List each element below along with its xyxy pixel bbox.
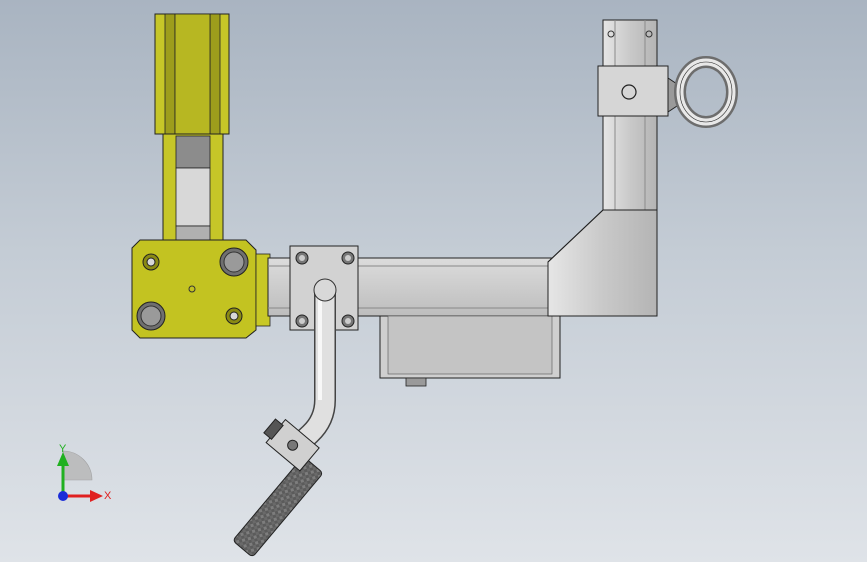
triad-y-label: Y: [59, 443, 67, 455]
lifting-eye-bolt[interactable]: [667, 56, 738, 128]
vertical-post[interactable]: [547, 19, 669, 317]
triad-x-label: X: [104, 490, 112, 502]
cad-viewport[interactable]: Y X: [0, 0, 867, 562]
yellow-mount-plate[interactable]: [131, 239, 271, 339]
coordinate-triad: Y X: [57, 443, 112, 502]
under-arm-housing[interactable]: [379, 315, 561, 387]
assembly-drawing: Y X: [57, 13, 738, 557]
yellow-hinge-bracket[interactable]: [154, 13, 230, 247]
